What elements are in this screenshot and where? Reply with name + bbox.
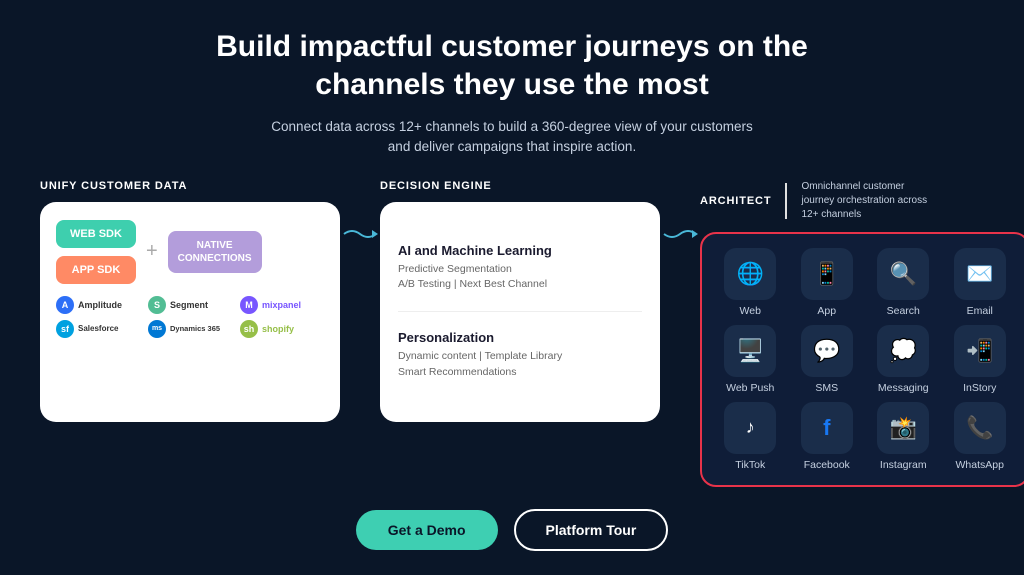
channel-sms: 💬 SMS [791,325,864,394]
dynamics-label: Dynamics 365 [170,324,220,333]
plus-icon: + [146,240,158,263]
channels-grid: 🌐 Web 📱 App 🔍 Search ✉️ Email [714,248,1016,471]
segment-logo: S Segment [148,296,232,314]
channel-messaging: 💭 Messaging [867,325,940,394]
channel-whatsapp: 📞 WhatsApp [944,402,1017,471]
app-icon: 📱 [801,248,853,300]
app-sdk-box: APP SDK [56,256,136,284]
instagram-label: Instagram [880,459,927,471]
platform-tour-button[interactable]: Platform Tour [514,509,669,551]
tiktok-icon: ♪ [724,402,776,454]
amplitude-label: Amplitude [78,300,122,310]
decision-divider [398,311,642,312]
decision-section-personalization: Personalization Dynamic content | Templa… [398,330,642,381]
whatsapp-icon: 📞 [954,402,1006,454]
webpush-label: Web Push [726,382,774,394]
shopify-label: shopify [262,324,294,334]
arrow-decision-to-architect [660,224,700,244]
columns-layout: UNIFY CUSTOMER DATA WEB SDK APP SDK + NA… [40,180,984,487]
decision-column: DECISION ENGINE AI and Machine Learning … [380,180,660,422]
decision-label: DECISION ENGINE [380,180,660,192]
facebook-icon: f [801,402,853,454]
architect-header: ARCHITECT Omnichannel customer journey o… [700,180,1024,222]
shopify-logo: sh shopify [240,320,324,338]
channel-facebook: f Facebook [791,402,864,471]
facebook-label: Facebook [804,459,850,471]
tiktok-label: TikTok [735,459,765,471]
architect-card: 🌐 Web 📱 App 🔍 Search ✉️ Email [700,232,1024,487]
web-sdk-box: WEB SDK [56,220,136,248]
dynamics-dot: ms [148,320,166,338]
mixpanel-logo: M mixpanel [240,296,324,314]
hero-title: Build impactful customer journeys on the… [162,28,862,103]
shopify-dot: sh [240,320,258,338]
buttons-row: Get a Demo Platform Tour [356,509,669,551]
unify-card: WEB SDK APP SDK + NATIVECONNECTIONS A Am… [40,202,340,422]
channel-instory: 📲 InStory [944,325,1017,394]
email-label: Email [967,305,993,317]
page-wrapper: Build impactful customer journeys on the… [0,0,1024,575]
architect-desc: Omnichannel customer journey orchestrati… [801,180,931,222]
whatsapp-label: WhatsApp [956,459,1004,471]
channel-web: 🌐 Web [714,248,787,317]
decision-card: AI and Machine Learning Predictive Segme… [380,202,660,422]
hero-subtitle: Connect data across 12+ channels to buil… [262,117,762,158]
salesforce-logo: sf Salesforce [56,320,140,338]
unify-column: UNIFY CUSTOMER DATA WEB SDK APP SDK + NA… [40,180,340,422]
messaging-label: Messaging [878,382,929,394]
channel-app: 📱 App [791,248,864,317]
webpush-icon: 🖥️ [724,325,776,377]
search-icon: 🔍 [877,248,929,300]
email-icon: ✉️ [954,248,1006,300]
arrow-unify-to-decision [340,224,380,244]
channel-instagram: 📸 Instagram [867,402,940,471]
integrations-grid: A Amplitude S Segment M mixpanel sf Sale… [56,296,324,338]
sms-icon: 💬 [801,325,853,377]
decision-section-ai: AI and Machine Learning Predictive Segme… [398,243,642,294]
personalization-text: Dynamic content | Template LibrarySmart … [398,349,642,381]
segment-label: Segment [170,300,208,310]
instagram-icon: 📸 [877,402,929,454]
app-label: App [817,305,836,317]
web-icon: 🌐 [724,248,776,300]
sdk-col: WEB SDK APP SDK [56,220,136,284]
mixpanel-dot: M [240,296,258,314]
architect-label: ARCHITECT [700,195,771,207]
instory-icon: 📲 [954,325,1006,377]
ai-section-title: AI and Machine Learning [398,243,642,258]
search-label: Search [887,305,920,317]
channel-webpush: 🖥️ Web Push [714,325,787,394]
segment-dot: S [148,296,166,314]
mixpanel-label: mixpanel [262,300,301,310]
unify-label: UNIFY CUSTOMER DATA [40,180,340,192]
sdk-row: WEB SDK APP SDK + NATIVECONNECTIONS [56,220,324,284]
channel-tiktok: ♪ TikTok [714,402,787,471]
dynamics-logo: ms Dynamics 365 [148,320,232,338]
ai-section-text: Predictive SegmentationA/B Testing | Nex… [398,262,642,294]
messaging-icon: 💭 [877,325,929,377]
web-label: Web [740,305,761,317]
native-connections-box: NATIVECONNECTIONS [168,231,262,273]
personalization-title: Personalization [398,330,642,345]
architect-column: ARCHITECT Omnichannel customer journey o… [700,180,1024,487]
amplitude-dot: A [56,296,74,314]
salesforce-label: Salesforce [78,324,118,333]
channel-search: 🔍 Search [867,248,940,317]
channel-email: ✉️ Email [944,248,1017,317]
architect-title-block: ARCHITECT Omnichannel customer journey o… [700,180,931,222]
instory-label: InStory [963,382,996,394]
sms-label: SMS [815,382,838,394]
architect-header-divider [785,183,787,219]
amplitude-logo: A Amplitude [56,296,140,314]
salesforce-dot: sf [56,320,74,338]
